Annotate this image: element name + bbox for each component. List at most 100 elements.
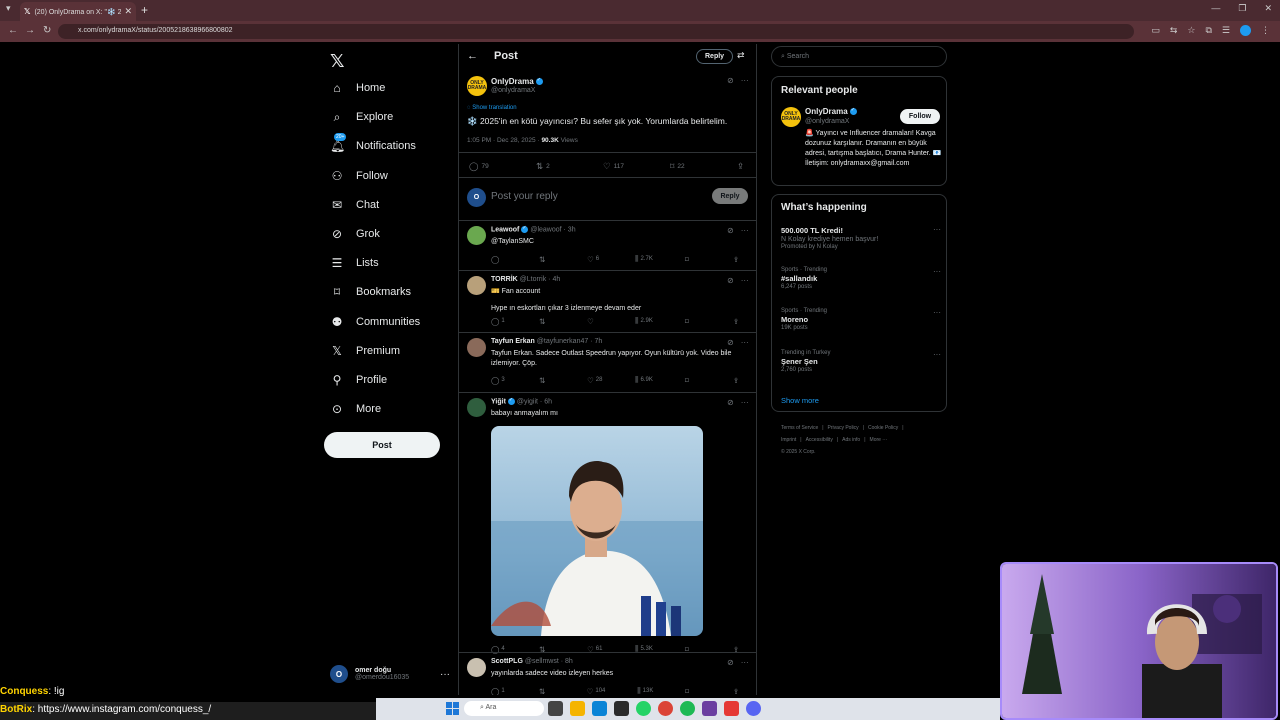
trend-item[interactable]: Trending in Turkey Şener Şen 2,760 posts ··… — [781, 350, 941, 373]
taskbar-search[interactable]: ⌕ Ara — [464, 701, 544, 716]
file-explorer-icon[interactable] — [570, 701, 585, 716]
bookmark-action[interactable]: ⌑ — [685, 254, 701, 264]
follow-button[interactable]: Follow — [900, 109, 940, 124]
repost-action[interactable]: ⇅ — [539, 375, 555, 385]
person-avatar[interactable]: ONLY DRAMA — [781, 107, 801, 127]
reply-button[interactable]: Reply — [696, 49, 734, 64]
windows-start-icon[interactable] — [446, 702, 459, 715]
views-action[interactable]: ⫼ 2.7K — [635, 254, 653, 264]
reply-author[interactable]: Tayfun Erkan @tayfunerkan47 · 7h — [491, 338, 602, 345]
author-name[interactable]: OnlyDrama — [491, 77, 543, 86]
author-handle[interactable]: @onlydramaX — [491, 87, 535, 94]
share-action[interactable]: ⇪ — [733, 316, 749, 326]
like-action[interactable]: ♡ 104 — [587, 686, 606, 696]
nav-item-bookmarks[interactable]: ⌑ Bookmarks — [330, 282, 411, 302]
more-dots-icon[interactable]: ··· — [741, 398, 749, 407]
extensions-icon[interactable]: ⧉ — [1205, 25, 1211, 36]
nav-item-home[interactable]: ⌂ Home — [330, 78, 385, 98]
views-action[interactable]: ⫼ 2.9K — [635, 316, 653, 326]
minimize-icon[interactable]: — — [1211, 3, 1220, 14]
footer-link[interactable]: Ads info — [842, 437, 860, 443]
reply-photo[interactable] — [491, 426, 703, 636]
share-action[interactable]: ⇪ — [733, 254, 749, 264]
repost-action[interactable]: ⇅ — [539, 316, 555, 326]
trend-item[interactable]: Sports · Trending #sallandık 6,247 posts ··… — [781, 267, 941, 290]
author-avatar[interactable]: ONLY DRAMA — [467, 76, 487, 96]
repost-action[interactable]: ⇅ 2 — [536, 161, 603, 172]
spotify-icon[interactable] — [680, 701, 695, 716]
obs-icon[interactable] — [724, 701, 739, 716]
like-action[interactable]: ♡ 28 — [587, 375, 603, 385]
profile-avatar[interactable] — [1240, 25, 1251, 36]
nav-item-grok[interactable]: ⊘ Grok — [330, 224, 380, 244]
reply-item[interactable]: ScottPLG @sellmwst · 8h ⊘ ··· yayınlarda sa… — [459, 658, 756, 696]
cast-icon[interactable]: ▭ — [1151, 25, 1160, 36]
more-dots-icon[interactable]: ··· — [933, 350, 941, 359]
reply-avatar[interactable] — [467, 658, 486, 677]
sidebar-icon[interactable]: ☰ — [1222, 25, 1230, 36]
close-tab-icon[interactable]: ✕ — [124, 6, 132, 17]
share-action[interactable]: ⇪ — [733, 375, 749, 385]
footer-link[interactable]: More ··· — [870, 437, 888, 443]
reply-action[interactable]: ◯ 1 — [491, 316, 507, 326]
grok-icon[interactable]: ⊘ — [727, 76, 734, 85]
reply-avatar[interactable] — [467, 398, 486, 417]
reply-author[interactable]: Yiğit @yigiit · 6h — [491, 397, 552, 405]
like-action[interactable]: ♡ — [587, 316, 603, 326]
bookmark-action[interactable]: ⌑ 22 — [670, 161, 737, 172]
person-name[interactable]: OnlyDrama — [805, 107, 857, 116]
edge-icon[interactable] — [592, 701, 607, 716]
reload-icon[interactable]: ↻ — [43, 25, 51, 36]
url-input[interactable]: x.com/onlydramaX/status/2005218638966800… — [58, 24, 1134, 39]
chrome-icon[interactable] — [658, 701, 673, 716]
share-action[interactable]: ⇪ — [737, 161, 744, 172]
bookmark-action[interactable]: ⌑ — [685, 316, 701, 326]
back-icon[interactable]: ← — [8, 25, 18, 36]
reply-text[interactable]: @TaylanSMC — [491, 237, 746, 247]
reply-avatar[interactable] — [467, 338, 486, 357]
restore-icon[interactable]: ❐ — [1238, 3, 1246, 14]
bookmark-action[interactable]: ⌑ — [685, 375, 701, 385]
trend-item[interactable]: 500.000 TL Kredi! N Kolay krediye hemen b… — [781, 225, 941, 250]
reply-action[interactable]: ◯ 1 — [491, 686, 507, 696]
grok-icon[interactable]: ⊘ — [727, 276, 734, 285]
views-action[interactable]: ⫼ 13K — [637, 686, 653, 695]
footer-link[interactable]: Imprint — [781, 437, 796, 443]
reply-item[interactable]: Tayfun Erkan @tayfunerkan47 · 7h ⊘ ··· Tayf… — [459, 338, 756, 398]
person-handle[interactable]: @onlydramaX — [805, 118, 849, 125]
post-button[interactable]: Post — [324, 432, 440, 458]
whatsapp-icon[interactable] — [636, 701, 651, 716]
more-dots-icon[interactable]: ··· — [741, 658, 749, 667]
reply-avatar[interactable] — [467, 226, 486, 245]
compose-reply-button[interactable]: Reply — [712, 188, 748, 204]
x-logo-icon[interactable]: 𝕏 — [330, 51, 345, 72]
nav-item-communities[interactable]: ⚉ Communities — [330, 312, 421, 332]
nav-item-lists[interactable]: ☰ Lists — [330, 253, 379, 273]
nav-item-premium[interactable]: 𝕏 Premium — [330, 341, 400, 361]
nav-item-follow[interactable]: ⚇ Follow — [330, 166, 388, 186]
show-more-link[interactable]: Show more — [781, 396, 819, 405]
more-dots-icon[interactable]: ··· — [741, 276, 749, 285]
search-input[interactable]: ⌕ Search — [771, 46, 947, 67]
store-icon[interactable] — [614, 701, 629, 716]
app-icon[interactable] — [702, 701, 717, 716]
new-tab-icon[interactable]: + — [141, 3, 148, 17]
like-action[interactable]: ♡ 6 — [587, 254, 603, 264]
footer-link[interactable]: Privacy Policy — [828, 425, 859, 431]
more-dots-icon[interactable]: ··· — [741, 226, 749, 235]
back-arrow-icon[interactable]: ← — [467, 50, 478, 62]
translate-icon[interactable]: ⇆ — [1170, 25, 1178, 36]
more-dots-icon[interactable]: ··· — [933, 225, 941, 234]
nav-item-chat[interactable]: ✉ Chat — [330, 195, 379, 215]
task-view-icon[interactable] — [548, 701, 563, 716]
nav-item-notifications[interactable]: 🔔︎ 20+ Notifications — [330, 133, 416, 156]
trend-item[interactable]: Sports · Trending Moreno 19K posts ··· — [781, 308, 941, 331]
more-dots-icon[interactable]: ··· — [741, 76, 749, 85]
footer-link[interactable]: Cookie Policy — [868, 425, 898, 431]
browser-tab[interactable]: 𝕏 (20) OnlyDrama on X: "❄️ 2025' ✕ — [20, 2, 136, 21]
grok-icon[interactable]: ⊘ — [727, 226, 734, 235]
reply-author[interactable]: ScottPLG @sellmwst · 8h — [491, 658, 573, 665]
menu-icon[interactable]: ⋮ — [1261, 25, 1270, 36]
nav-item-profile[interactable]: ⚲ Profile — [330, 370, 388, 390]
repost-action[interactable]: ⇅ — [539, 254, 555, 264]
